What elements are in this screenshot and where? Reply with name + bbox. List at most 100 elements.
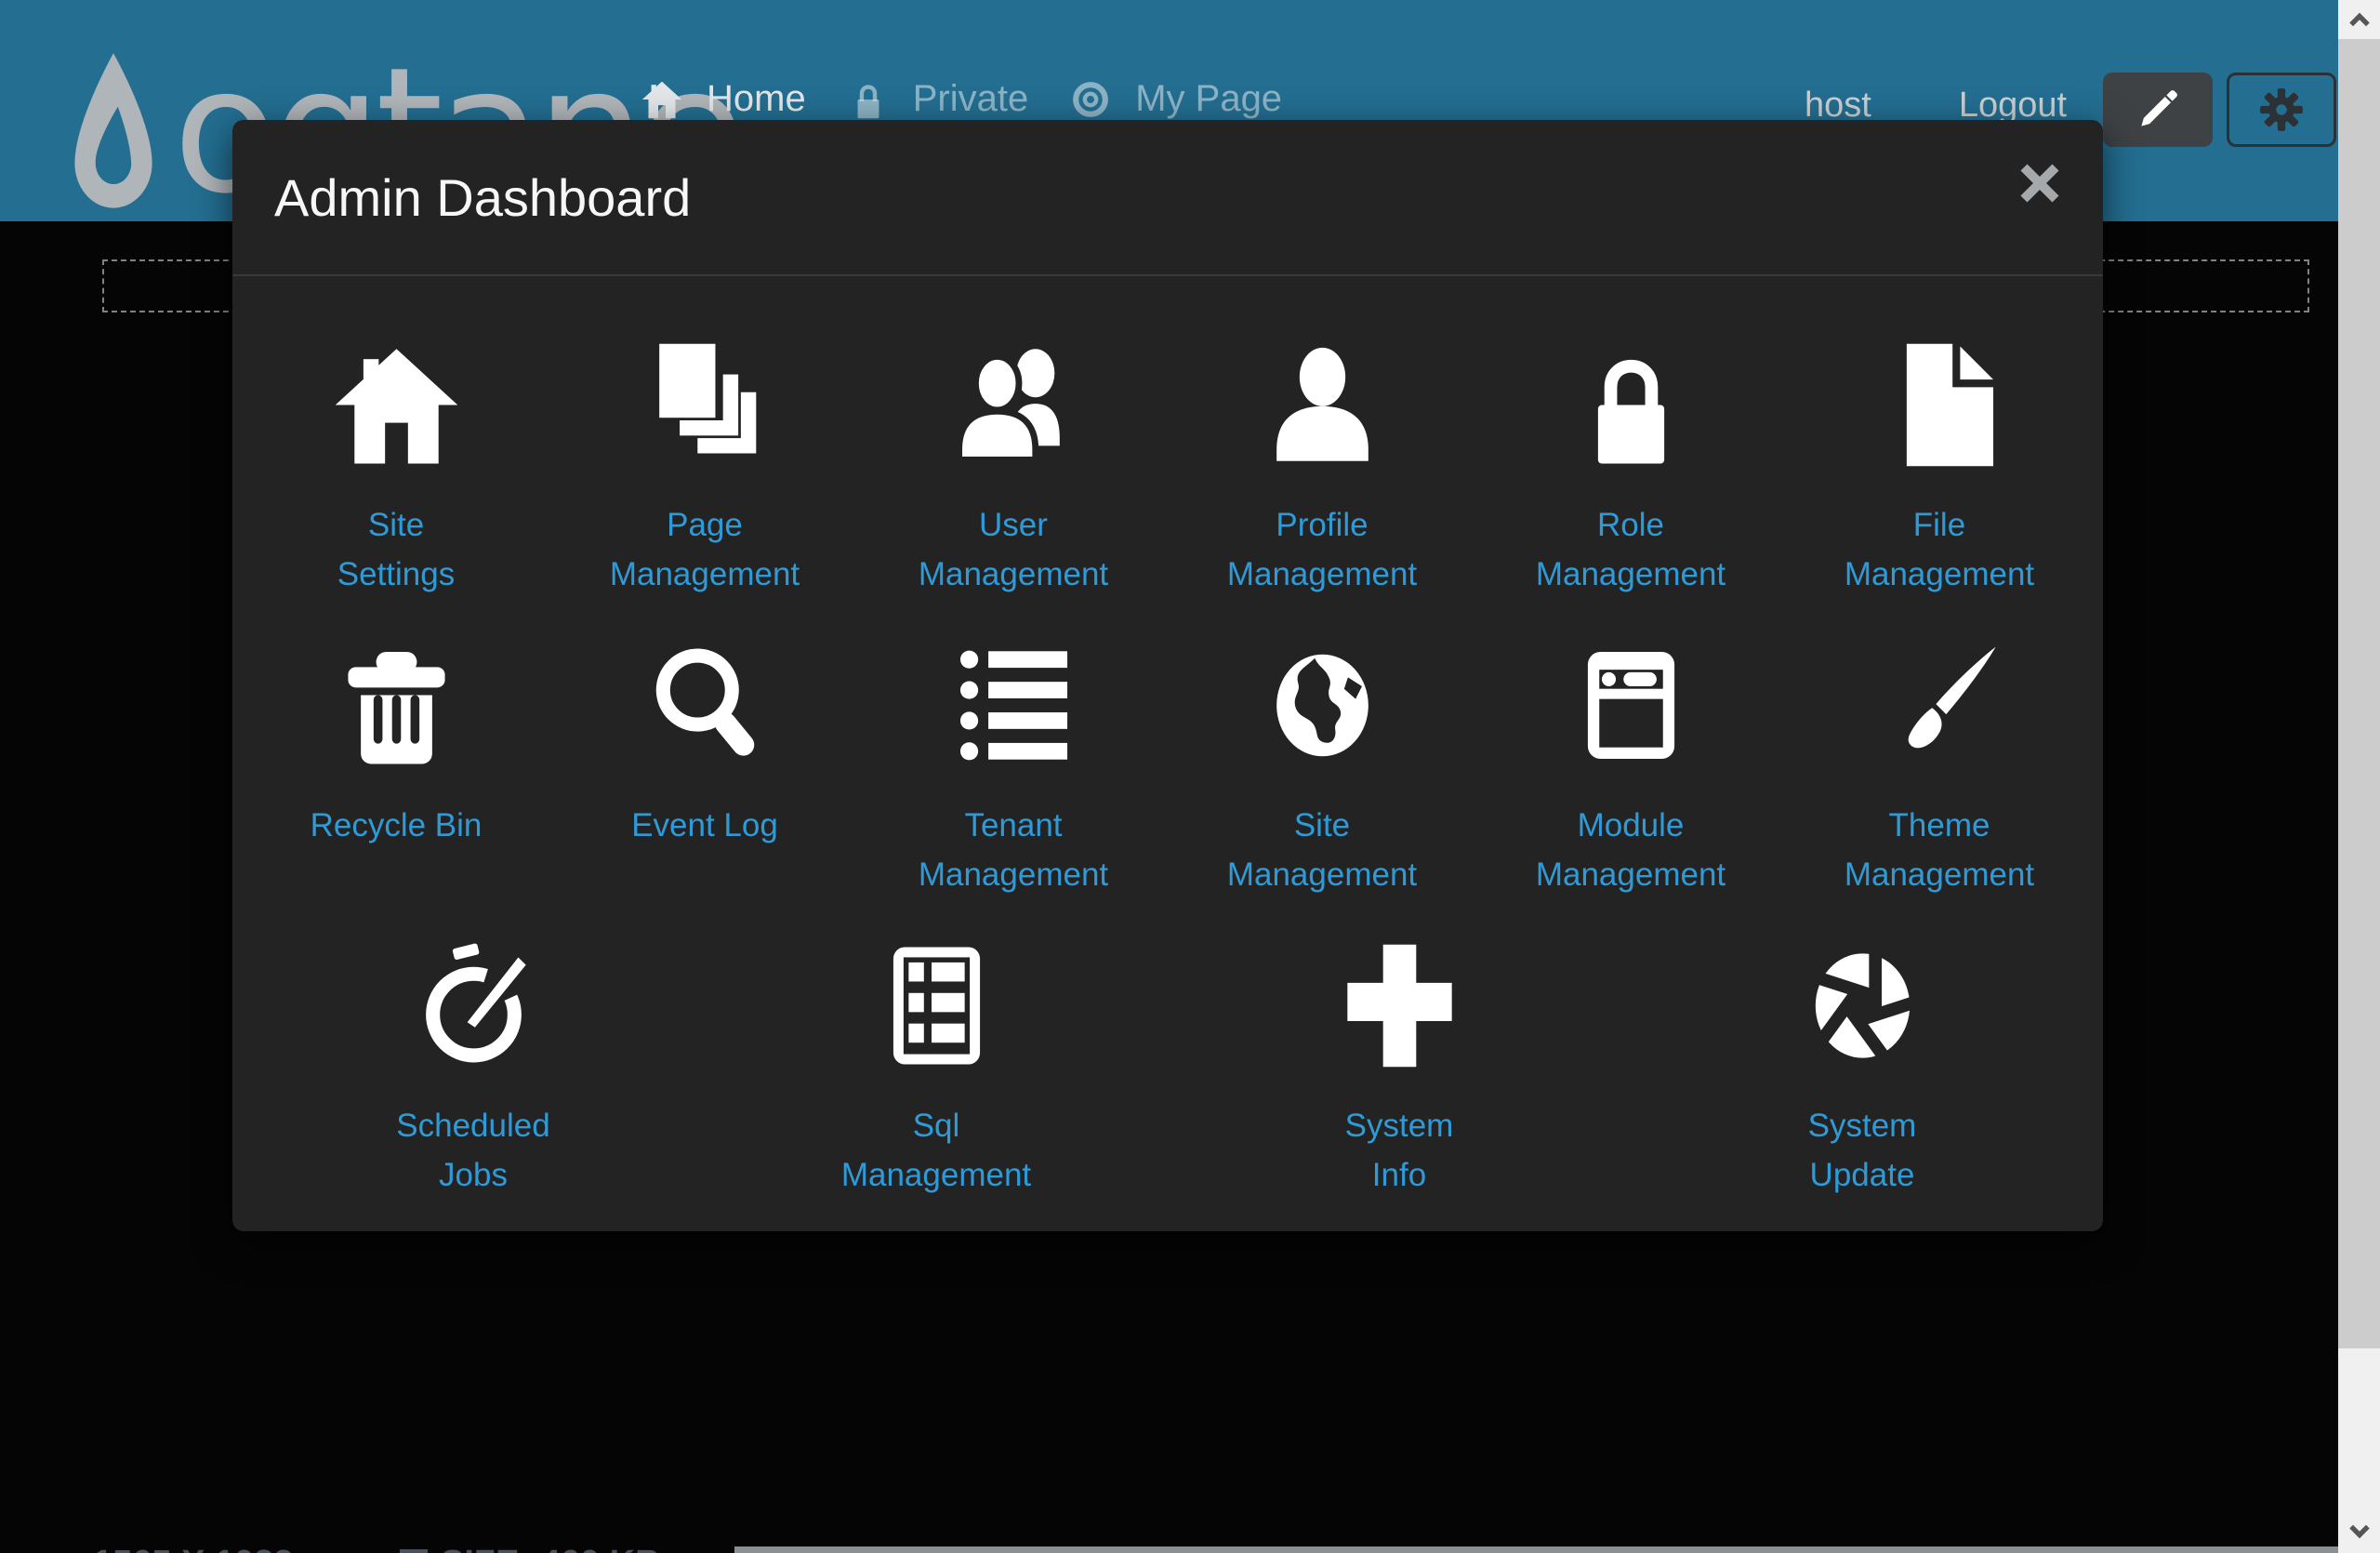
tile-icon-box bbox=[950, 635, 1078, 775]
list-icon bbox=[950, 642, 1078, 769]
tile-label: SiteManagement bbox=[1227, 801, 1417, 899]
tile-system-update[interactable]: SystemUpdate bbox=[1631, 936, 2094, 1200]
page-settings-button[interactable] bbox=[2227, 73, 2336, 147]
edit-mode-button[interactable] bbox=[2103, 73, 2213, 147]
tile-icon-box bbox=[1567, 635, 1695, 775]
tile-label: FileManagement bbox=[1844, 500, 2034, 599]
gear-icon bbox=[2257, 86, 2306, 134]
close-icon[interactable] bbox=[2017, 161, 2062, 206]
account-links: host Logout bbox=[1805, 86, 2067, 125]
admin-dashboard-modal: Admin Dashboard SiteSettings PageManageme… bbox=[232, 120, 2103, 1231]
tile-row: SiteSettings PageManagement UserManagement… bbox=[242, 335, 2094, 599]
tile-theme-management[interactable]: ThemeManagement bbox=[1785, 635, 2094, 899]
pages-icon bbox=[641, 341, 769, 469]
lock-icon bbox=[848, 79, 889, 120]
magnifier-icon bbox=[641, 642, 769, 769]
tile-row: Recycle Bin Event Log TenantManagement Site… bbox=[242, 635, 2094, 899]
tile-system-info[interactable]: SystemInfo bbox=[1168, 936, 1631, 1200]
target-icon bbox=[1070, 79, 1111, 120]
brush-icon bbox=[1876, 642, 2003, 769]
spreadsheet-icon bbox=[873, 942, 1000, 1069]
tile-label: SqlManagement bbox=[841, 1101, 1031, 1200]
tile-label: SystemInfo bbox=[1345, 1101, 1454, 1200]
nav-item-label: Home bbox=[707, 78, 806, 120]
tile-icon-box bbox=[1876, 635, 2003, 775]
tile-icon-box bbox=[1259, 635, 1386, 775]
tile-icon-box bbox=[873, 936, 1000, 1075]
main-nav: Home Private My Page bbox=[641, 78, 1282, 120]
tile-recycle-bin[interactable]: Recycle Bin bbox=[242, 635, 550, 899]
username-link[interactable]: host bbox=[1805, 86, 1871, 125]
scroll-up-button[interactable] bbox=[2338, 0, 2380, 39]
tile-label: Event Log bbox=[631, 801, 778, 850]
modal-body: SiteSettings PageManagement UserManagement… bbox=[232, 276, 2103, 1200]
timer-icon bbox=[410, 942, 537, 1069]
tile-label: SystemUpdate bbox=[1808, 1101, 1917, 1200]
home-icon bbox=[333, 341, 460, 469]
lock-icon bbox=[1567, 341, 1695, 469]
tile-scheduled-jobs[interactable]: ScheduledJobs bbox=[242, 936, 705, 1200]
nav-item-label: My Page bbox=[1135, 78, 1282, 120]
tile-tenant-management[interactable]: TenantManagement bbox=[859, 635, 1168, 899]
trash-icon bbox=[333, 642, 460, 769]
scrollbar-thumb[interactable] bbox=[2338, 39, 2380, 1348]
tile-icon-box bbox=[410, 936, 537, 1075]
tile-sql-management[interactable]: SqlManagement bbox=[705, 936, 1168, 1200]
medical-cross-icon bbox=[1336, 942, 1463, 1069]
modal-title: Admin Dashboard bbox=[274, 167, 691, 228]
home-icon bbox=[641, 79, 682, 120]
tile-label: ModuleManagement bbox=[1536, 801, 1726, 899]
tile-icon-box bbox=[950, 335, 1078, 474]
file-icon bbox=[1876, 341, 2003, 469]
modal-header: Admin Dashboard bbox=[232, 120, 2103, 276]
tile-event-log[interactable]: Event Log bbox=[550, 635, 859, 899]
logout-link[interactable]: Logout bbox=[1959, 86, 2067, 125]
tile-icon-box bbox=[1259, 335, 1386, 474]
nav-item-label: Private bbox=[913, 78, 1029, 120]
person-icon bbox=[1259, 341, 1386, 469]
tile-user-management[interactable]: UserManagement bbox=[859, 335, 1168, 599]
clipped-text-fragment: 1565 X 1023px bbox=[93, 1544, 335, 1553]
tile-label: Recycle Bin bbox=[311, 801, 483, 850]
clipped-text-fragment: SIZE: 460 KB bbox=[400, 1544, 661, 1553]
tile-module-management[interactable]: ModuleManagement bbox=[1476, 635, 1785, 899]
tile-label: ScheduledJobs bbox=[396, 1101, 549, 1200]
tile-icon-box bbox=[1567, 335, 1695, 474]
clipped-element-edge bbox=[734, 1546, 2338, 1553]
tile-label: PageManagement bbox=[610, 500, 800, 599]
tile-label: ProfileManagement bbox=[1227, 500, 1417, 599]
tile-label: ThemeManagement bbox=[1844, 801, 2034, 899]
vertical-scrollbar[interactable] bbox=[2338, 0, 2380, 1553]
tile-role-management[interactable]: RoleManagement bbox=[1476, 335, 1785, 599]
nav-item-private[interactable]: Private bbox=[848, 78, 1029, 120]
tile-label: UserManagement bbox=[919, 500, 1108, 599]
pencil-icon bbox=[2134, 86, 2182, 134]
tile-icon-box bbox=[333, 635, 460, 775]
square-icon bbox=[400, 1549, 428, 1553]
tile-icon-box bbox=[641, 335, 769, 474]
globe-icon bbox=[1259, 642, 1386, 769]
chevron-down-icon bbox=[2347, 1524, 2372, 1539]
tile-icon-box bbox=[1876, 335, 2003, 474]
users-icon bbox=[950, 341, 1078, 469]
tile-label: RoleManagement bbox=[1536, 500, 1726, 599]
tile-label: SiteSettings bbox=[337, 500, 455, 599]
tile-label: TenantManagement bbox=[919, 801, 1108, 899]
tile-file-management[interactable]: FileManagement bbox=[1785, 335, 2094, 599]
tile-site-management[interactable]: SiteManagement bbox=[1168, 635, 1476, 899]
water-drop-logo-icon bbox=[69, 48, 158, 216]
tile-icon-box bbox=[333, 335, 460, 474]
tile-row: ScheduledJobs SqlManagement SystemInfo Syst… bbox=[242, 936, 2094, 1200]
tile-profile-management[interactable]: ProfileManagement bbox=[1168, 335, 1476, 599]
chevron-up-icon bbox=[2347, 12, 2372, 27]
tile-site-settings[interactable]: SiteSettings bbox=[242, 335, 550, 599]
nav-item-my-page[interactable]: My Page bbox=[1070, 78, 1282, 120]
tile-icon-box bbox=[1799, 936, 1926, 1075]
tile-icon-box bbox=[1336, 936, 1463, 1075]
tile-icon-box bbox=[641, 635, 769, 775]
aperture-icon bbox=[1799, 942, 1926, 1069]
browser-icon bbox=[1567, 642, 1695, 769]
nav-item-home[interactable]: Home bbox=[641, 78, 806, 120]
tile-page-management[interactable]: PageManagement bbox=[550, 335, 859, 599]
scroll-down-button[interactable] bbox=[2338, 1512, 2380, 1551]
